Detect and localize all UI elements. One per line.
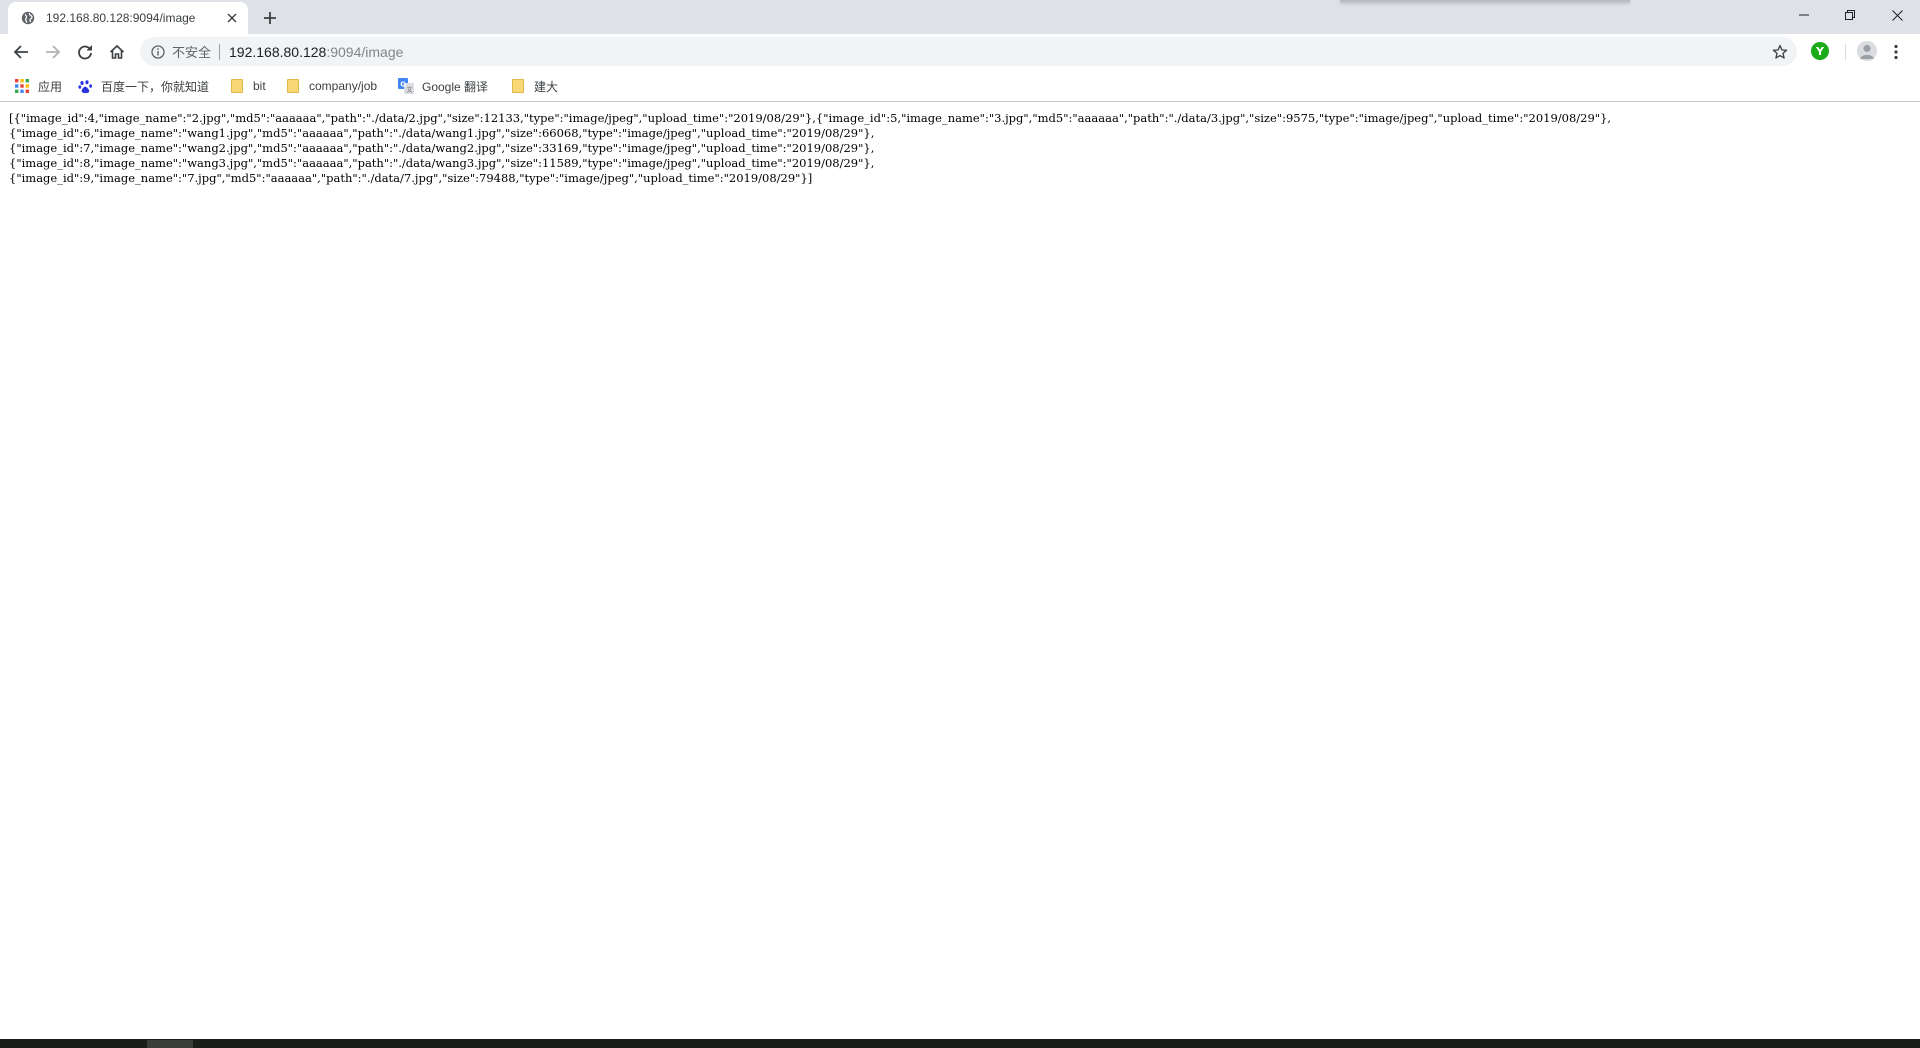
arrow-left-icon xyxy=(13,45,28,59)
tab-title: 192.168.80.128:9094/image xyxy=(46,11,196,25)
svg-text:文: 文 xyxy=(407,86,413,94)
json-response-text: [{"image_id":4,"image_name":"2.jpg","md5… xyxy=(9,111,1909,186)
bookmark-google-translate[interactable]: G 文 Google 翻译 xyxy=(398,76,488,96)
folder-icon xyxy=(285,78,301,94)
security-status[interactable]: 不安全 xyxy=(172,42,211,61)
minimize-icon xyxy=(1799,14,1809,16)
back-button[interactable] xyxy=(7,38,35,66)
url-text[interactable]: 192.168.80.128:9094/image xyxy=(229,44,403,60)
address-bar[interactable]: 不安全 192.168.80.128:9094/image xyxy=(140,37,1797,66)
google-translate-icon: G 文 xyxy=(398,78,414,94)
browser-window: 192.168.80.128:9094/image 不安全 192.168.80… xyxy=(0,0,1920,1048)
json-line: {"image_id":9,"image_name":"7.jpg","md5"… xyxy=(9,171,813,185)
reload-icon xyxy=(78,45,92,60)
bookmarks-bar: 应用 百度一下，你就知道 bit company/job G 文 Google … xyxy=(0,70,1920,102)
arrow-right-icon xyxy=(46,45,61,59)
json-line: {"image_id":8,"image_name":"wang3.jpg","… xyxy=(9,156,875,170)
toolbar-divider xyxy=(1845,44,1846,60)
bookmark-star-icon[interactable] xyxy=(1771,43,1789,61)
floating-window-edge xyxy=(1340,0,1630,2)
toolbar: 不安全 192.168.80.128:9094/image Y xyxy=(0,34,1920,70)
close-window-button[interactable] xyxy=(1874,0,1920,30)
menu-button[interactable] xyxy=(1884,39,1908,65)
extension-icon[interactable]: Y xyxy=(1811,42,1829,60)
more-vert-icon xyxy=(1894,44,1898,60)
svg-text:G: G xyxy=(400,81,406,89)
reload-button[interactable] xyxy=(71,38,99,66)
address-separator xyxy=(219,43,221,60)
bookmark-company-job[interactable]: company/job xyxy=(285,76,377,96)
home-button[interactable] xyxy=(103,38,131,66)
bookmark-label: Google 翻译 xyxy=(422,79,489,94)
bookmark-label: company/job xyxy=(309,79,378,93)
close-icon xyxy=(1891,9,1903,21)
globe-icon xyxy=(20,10,36,26)
json-line: {"image_id":7,"image_name":"wang2.jpg","… xyxy=(9,141,875,155)
restore-button[interactable] xyxy=(1827,0,1873,30)
bookmark-label: bit xyxy=(253,79,266,93)
json-line: [{"image_id":4,"image_name":"2.jpg","md5… xyxy=(9,111,1612,125)
info-icon[interactable] xyxy=(150,44,166,60)
page-content: [{"image_id":4,"image_name":"2.jpg","md5… xyxy=(0,103,1920,1039)
tab-close-icon[interactable] xyxy=(224,10,240,26)
forward-button[interactable] xyxy=(39,38,67,66)
taskbar-item[interactable] xyxy=(147,1040,193,1048)
tab-active[interactable]: 192.168.80.128:9094/image xyxy=(8,2,248,34)
bookmark-label: 建大 xyxy=(534,79,559,94)
baidu-paw-icon xyxy=(77,78,93,94)
bookmark-baidu[interactable]: 百度一下，你就知道 xyxy=(77,76,209,96)
new-tab-button[interactable] xyxy=(258,6,282,30)
profile-avatar-icon[interactable] xyxy=(1857,41,1877,61)
url-host: 192.168.80.128 xyxy=(229,43,327,60)
folder-icon xyxy=(510,78,526,94)
bookmark-label: 百度一下，你就知道 xyxy=(101,79,210,94)
bookmark-bit[interactable]: bit xyxy=(229,76,266,96)
json-line: {"image_id":6,"image_name":"wang1.jpg","… xyxy=(9,126,875,140)
bookmark-jianda[interactable]: 建大 xyxy=(510,76,558,96)
taskbar xyxy=(0,1039,1920,1048)
folder-icon xyxy=(229,78,245,94)
bookmark-apps[interactable]: 应用 xyxy=(14,76,62,96)
minimize-button[interactable] xyxy=(1781,0,1827,30)
plus-icon xyxy=(264,12,276,24)
apps-grid-icon xyxy=(14,78,30,94)
bookmark-label: 应用 xyxy=(38,79,63,94)
tab-strip: 192.168.80.128:9094/image xyxy=(0,0,1920,34)
maximize-icon xyxy=(1845,10,1855,20)
url-path: :9094/image xyxy=(326,43,404,60)
home-icon xyxy=(109,44,125,59)
